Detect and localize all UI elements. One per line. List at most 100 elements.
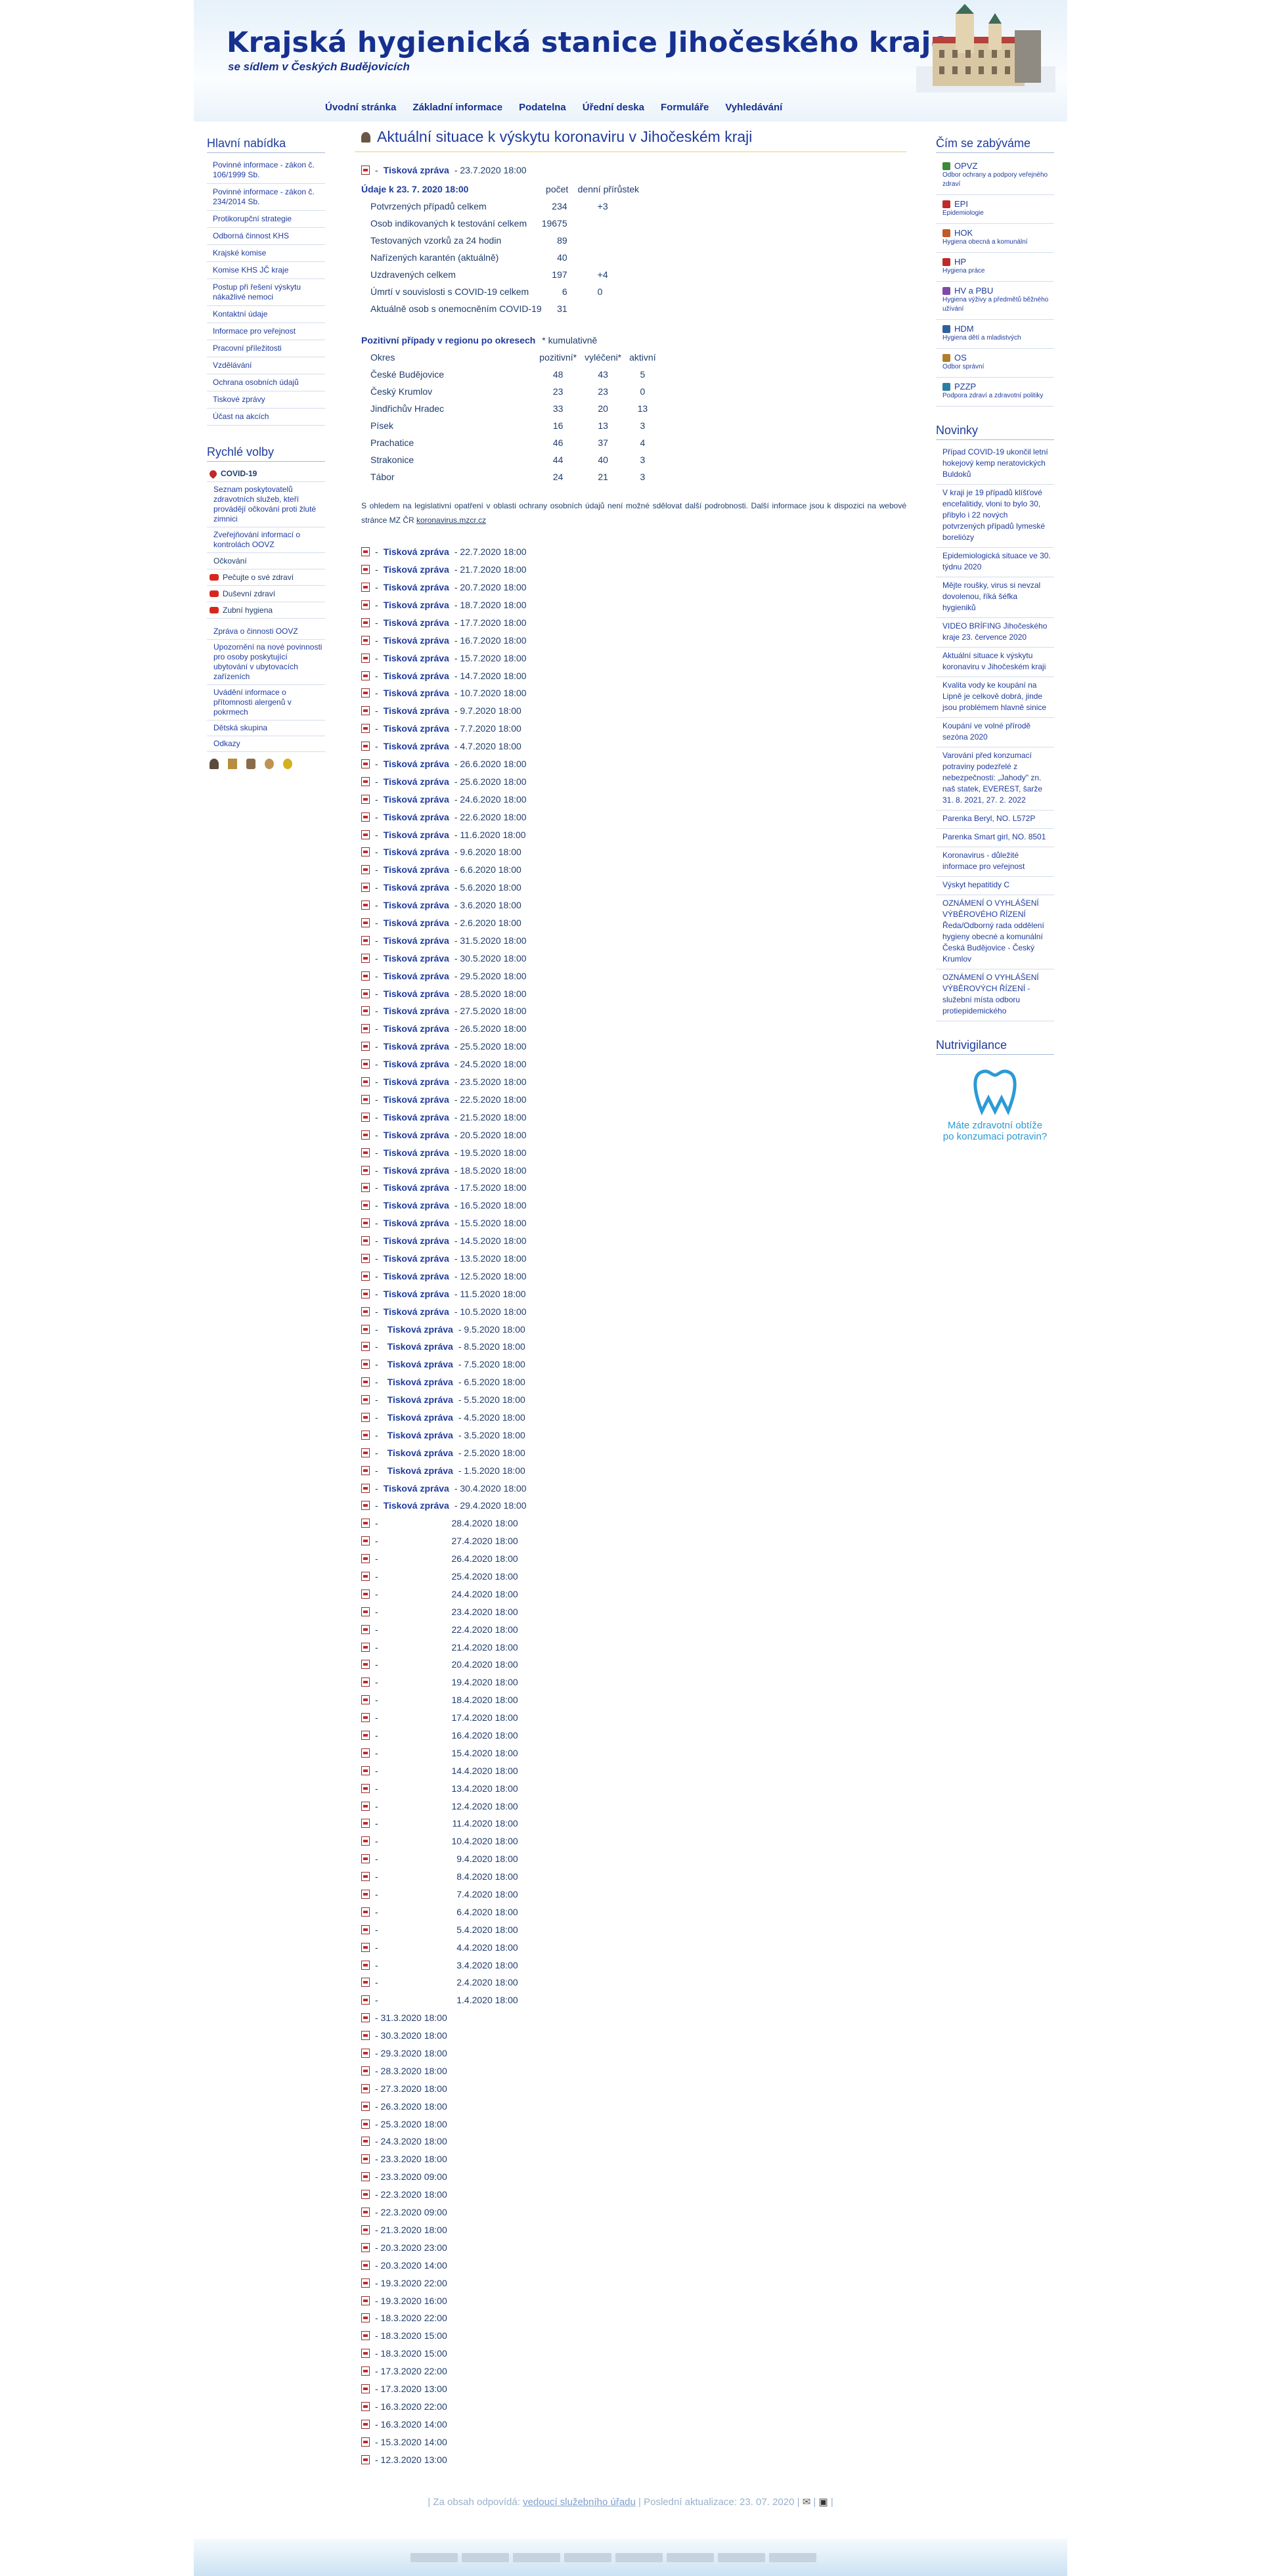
badge-2[interactable] <box>462 2553 509 2562</box>
news-item[interactable]: Koupání ve volné přírodě sezóna 2020 <box>936 718 1054 747</box>
report-row[interactable]: - 26.4.2020 18:00 <box>361 1550 906 1568</box>
report-row[interactable]: - Tisková zpráva - 24.5.2020 18:00 <box>361 1055 906 1073</box>
report-row[interactable]: - Tisková zpráva - 10.7.2020 18:00 <box>361 684 906 702</box>
report-row[interactable]: - Tisková zpráva - 31.5.2020 18:00 <box>361 931 906 949</box>
badge-8[interactable] <box>769 2553 816 2562</box>
report-label[interactable]: Tisková zpráva <box>384 1182 449 1193</box>
report-row[interactable]: - 17.4.2020 18:00 <box>361 1709 906 1727</box>
report-label[interactable]: Tisková zpráva <box>384 1253 449 1264</box>
report-row[interactable]: - Tisková zpráva - 17.5.2020 18:00 <box>361 1179 906 1197</box>
report-row[interactable]: - Tisková zpráva - 7.5.2020 18:00 <box>361 1356 906 1373</box>
report-row[interactable]: - Tisková zpráva - 20.5.2020 18:00 <box>361 1126 906 1144</box>
report-row[interactable]: - Tisková zpráva - 11.5.2020 18:00 <box>361 1285 906 1302</box>
report-row[interactable]: - Tisková zpráva - 13.5.2020 18:00 <box>361 1250 906 1268</box>
report-row[interactable]: - 12.3.2020 13:00 <box>361 2451 906 2468</box>
report-row[interactable]: - Tisková zpráva - 30.5.2020 18:00 <box>361 949 906 967</box>
report-label[interactable]: Tisková zpráva <box>384 617 449 628</box>
report-row[interactable]: - Tisková zpráva - 15.7.2020 18:00 <box>361 649 906 667</box>
news-item[interactable]: VIDEO BRÍFING Jihočeského kraje 23. červ… <box>936 618 1054 648</box>
quick-link-item[interactable]: Zubní hygiena <box>207 602 325 619</box>
report-row[interactable]: - 24.4.2020 18:00 <box>361 1585 906 1603</box>
topnav-item[interactable]: Základní informace <box>412 102 502 113</box>
more-link-item[interactable]: Odkazy <box>207 736 325 752</box>
report-row[interactable]: - 7.4.2020 18:00 <box>361 1886 906 1903</box>
report-row[interactable]: - 23.4.2020 18:00 <box>361 1603 906 1620</box>
report-row[interactable]: - 3.4.2020 18:00 <box>361 1956 906 1974</box>
mzcr-link[interactable]: koronavirus.mzcr.cz <box>416 516 486 525</box>
quick-link-item[interactable]: Pečujte o své zdraví <box>207 569 325 586</box>
report-row[interactable]: - 20.3.2020 14:00 <box>361 2256 906 2274</box>
report-label[interactable]: Tisková zpráva <box>384 1271 449 1281</box>
main-menu-item[interactable]: Pracovní příležitosti <box>207 340 325 357</box>
report-row[interactable]: - 18.4.2020 18:00 <box>361 1691 906 1709</box>
report-row[interactable]: - Tisková zpráva - 4.7.2020 18:00 <box>361 738 906 755</box>
report-row[interactable]: - Tisková zpráva - 19.5.2020 18:00 <box>361 1144 906 1161</box>
report-label[interactable]: Tisková zpráva <box>384 918 449 928</box>
news-item[interactable]: V kraji je 19 případů klíšťové encefalit… <box>936 485 1054 548</box>
nutrivigilance-banner[interactable]: Máte zdravotní obtíže po konzumaci potra… <box>936 1059 1054 1142</box>
report-row[interactable]: - Tisková zpráva - 17.7.2020 18:00 <box>361 613 906 631</box>
news-item[interactable]: OZNÁMENÍ O VYHLÁŠENÍ VÝBĚROVÉHO ŘÍZENÍ Ř… <box>936 895 1054 969</box>
report-row[interactable]: - Tisková zpráva - 3.6.2020 18:00 <box>361 897 906 914</box>
report-row[interactable]: - Tisková zpráva - 30.4.2020 18:00 <box>361 1479 906 1497</box>
report-row[interactable]: - 16.3.2020 14:00 <box>361 2415 906 2433</box>
report-row[interactable]: - Tisková zpráva - 9.7.2020 18:00 <box>361 702 906 720</box>
report-row[interactable]: - 16.3.2020 22:00 <box>361 2397 906 2415</box>
report-row[interactable]: - 21.3.2020 18:00 <box>361 2221 906 2239</box>
report-row[interactable]: - Tisková zpráva - 15.5.2020 18:00 <box>361 1214 906 1232</box>
report-row[interactable]: - 18.3.2020 15:00 <box>361 2345 906 2363</box>
report-label[interactable]: Tisková zpráva <box>384 1130 449 1140</box>
report-row[interactable]: - 27.4.2020 18:00 <box>361 1532 906 1550</box>
report-row[interactable]: - Tisková zpráva - 5.6.2020 18:00 <box>361 879 906 897</box>
more-link-item[interactable]: Uvádění informace o přítomnosti alergenů… <box>207 685 325 721</box>
main-menu-item[interactable]: Odborná činnost KHS <box>207 228 325 245</box>
topnav-item[interactable]: Úvodní stránka <box>325 102 396 113</box>
report-label[interactable]: Tisková zpráva <box>387 1359 453 1369</box>
report-row[interactable]: - Tisková zpráva - 23.5.2020 18:00 <box>361 1073 906 1091</box>
report-row[interactable]: - 18.3.2020 22:00 <box>361 2309 906 2327</box>
report-label[interactable]: Tisková zpráva <box>384 759 449 769</box>
main-menu-item[interactable]: Ochrana osobních údajů <box>207 374 325 391</box>
news-item[interactable]: Parenka Smart girl, NO. 8501 <box>936 829 1054 847</box>
people-icon[interactable] <box>246 759 255 769</box>
report-row[interactable]: - 5.4.2020 18:00 <box>361 1921 906 1938</box>
report-row[interactable]: - 17.3.2020 22:00 <box>361 2363 906 2380</box>
report-label[interactable]: Tisková zpráva <box>384 864 449 875</box>
report-row[interactable]: - Tisková zpráva - 29.5.2020 18:00 <box>361 967 906 985</box>
report-row[interactable]: - 24.3.2020 18:00 <box>361 2133 906 2150</box>
topnav-item[interactable]: Podatelna <box>519 102 566 113</box>
report-label[interactable]: Tisková zpráva <box>384 165 449 175</box>
news-item[interactable]: Parenka Beryl, NO. L572P <box>936 811 1054 829</box>
news-item[interactable]: OZNÁMENÍ O VYHLÁŠENÍ VÝBĚROVÝCH ŘÍZENÍ -… <box>936 969 1054 1021</box>
main-menu-item[interactable]: Povinné informace - zákon č. 106/1999 Sb… <box>207 157 325 184</box>
report-row[interactable]: - Tisková zpráva - 4.5.2020 18:00 <box>361 1409 906 1427</box>
report-label[interactable]: Tisková zpráva <box>384 953 449 964</box>
report-row[interactable]: - 31.3.2020 18:00 <box>361 2009 906 2027</box>
news-item[interactable]: Případ COVID-19 ukončil letní hokejový k… <box>936 444 1054 485</box>
radiation-icon[interactable] <box>283 759 292 769</box>
report-row[interactable]: - 10.4.2020 18:00 <box>361 1832 906 1850</box>
report-label[interactable]: Tisková zpráva <box>384 688 449 698</box>
badge-4[interactable] <box>564 2553 611 2562</box>
category-item[interactable]: HOK Hygiena obecná a komunální <box>936 224 1054 253</box>
report-row[interactable]: - Tisková zpráva - 16.7.2020 18:00 <box>361 631 906 649</box>
report-row[interactable]: - Tisková zpráva - 2.6.2020 18:00 <box>361 914 906 932</box>
report-row[interactable]: - Tisková zpráva - 28.5.2020 18:00 <box>361 985 906 1002</box>
report-label[interactable]: Tisková zpráva <box>384 1006 449 1016</box>
report-row[interactable]: - 25.4.2020 18:00 <box>361 1568 906 1586</box>
report-row[interactable]: - Tisková zpráva - 11.6.2020 18:00 <box>361 826 906 843</box>
site-title[interactable]: Krajská hygienická stanice Jihočeského k… <box>227 26 950 59</box>
report-row[interactable]: - Tisková zpráva - 22.7.2020 18:00 <box>361 543 906 561</box>
topnav-item[interactable]: Vyhledávání <box>725 102 782 113</box>
report-row[interactable]: - Tisková zpráva - 18.7.2020 18:00 <box>361 596 906 614</box>
report-row[interactable]: - 16.4.2020 18:00 <box>361 1727 906 1744</box>
report-row[interactable]: - 22.4.2020 18:00 <box>361 1620 906 1638</box>
news-item[interactable]: Koronavirus - důležité informace pro veř… <box>936 847 1054 877</box>
report-row[interactable]: - 27.3.2020 18:00 <box>361 2079 906 2097</box>
report-label[interactable]: Tisková zpráva <box>384 776 449 787</box>
report-row[interactable]: - Tisková zpráva - 14.5.2020 18:00 <box>361 1232 906 1250</box>
report-row[interactable]: - Tisková zpráva - 2.5.2020 18:00 <box>361 1444 906 1461</box>
footer-responsible-link[interactable]: vedoucí služebního úřadu <box>523 2497 636 2508</box>
report-row[interactable]: - Tisková zpráva - 20.7.2020 18:00 <box>361 579 906 596</box>
report-row[interactable]: - 4.4.2020 18:00 <box>361 1938 906 1956</box>
